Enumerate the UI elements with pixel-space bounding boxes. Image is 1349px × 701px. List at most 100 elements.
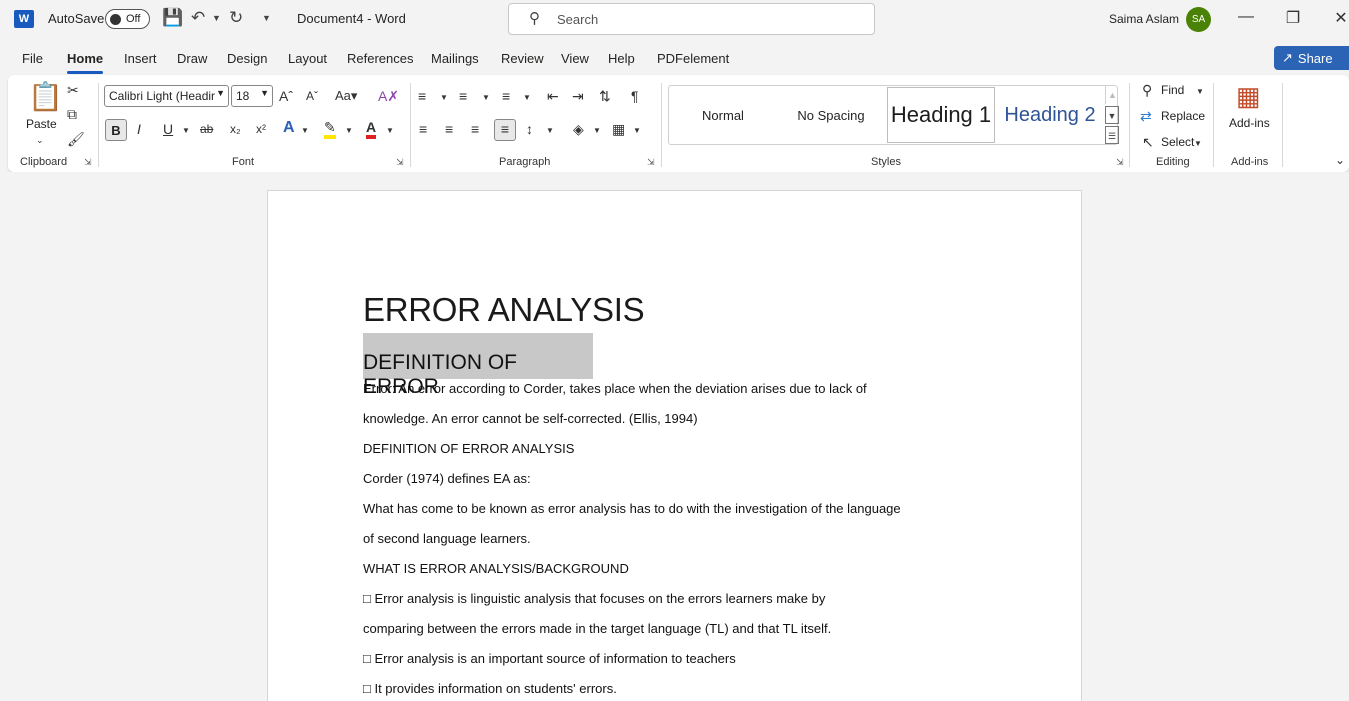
decrease-indent-icon[interactable]: ⇤	[547, 87, 559, 105]
styles-launcher-icon[interactable]: ⇲	[1116, 157, 1124, 168]
paragraph[interactable]: knowledge. An error cannot be self-corre…	[363, 411, 698, 426]
superscript-button[interactable]: x²	[256, 120, 266, 138]
paragraph[interactable]: What has come to be known as error analy…	[363, 501, 901, 516]
tab-layout[interactable]: Layout	[288, 51, 327, 66]
paragraph[interactable]: Corder (1974) defines EA as:	[363, 471, 531, 486]
bullets-dropdown-icon[interactable]: ▼	[440, 89, 448, 107]
replace-label[interactable]: Replace	[1161, 108, 1205, 124]
change-case-icon[interactable]: Aa▾	[335, 87, 357, 105]
bullets-icon[interactable]: ≡	[418, 87, 426, 105]
italic-button[interactable]: I	[137, 120, 141, 138]
borders-dropdown-icon[interactable]: ▼	[633, 122, 641, 140]
find-label[interactable]: Find	[1161, 82, 1184, 98]
styles-scroll-down-icon[interactable]: ▼	[1105, 106, 1119, 124]
underline-button[interactable]: U	[163, 120, 173, 138]
tab-insert[interactable]: Insert	[124, 51, 157, 66]
paragraph[interactable]: Error: An error according to Corder, tak…	[363, 381, 867, 396]
paragraph[interactable]: □ Error analysis is linguistic analysis …	[363, 591, 825, 606]
paste-label[interactable]: Paste	[26, 116, 57, 132]
tab-review[interactable]: Review	[501, 51, 544, 66]
styles-scroll-up-icon[interactable]: ▲	[1105, 86, 1119, 104]
paragraph[interactable]: □ Error analysis is an important source …	[363, 651, 736, 666]
tab-draw[interactable]: Draw	[177, 51, 207, 66]
tab-design[interactable]: Design	[227, 51, 267, 66]
paste-dropdown-icon[interactable]: ⌄	[36, 131, 44, 149]
font-color-dropdown-icon[interactable]: ▼	[386, 122, 394, 140]
minimize-icon[interactable]: —	[1236, 8, 1256, 26]
numbering-dropdown-icon[interactable]: ▼	[482, 89, 490, 107]
paragraph[interactable]: WHAT IS ERROR ANALYSIS/BACKGROUND	[363, 561, 629, 576]
line-spacing-dropdown-icon[interactable]: ▼	[546, 122, 554, 140]
font-name-select[interactable]: Calibri Light (Headir ▼	[104, 85, 229, 107]
clipboard-launcher-icon[interactable]: ⇲	[84, 157, 92, 168]
increase-indent-icon[interactable]: ⇥	[572, 87, 584, 105]
tab-file[interactable]: File	[22, 51, 43, 66]
highlight-icon[interactable]: ✎	[324, 119, 336, 139]
shading-icon[interactable]: ◈	[573, 120, 584, 138]
multilevel-list-icon[interactable]: ≡	[502, 87, 510, 105]
text-effects-icon[interactable]: A	[283, 119, 295, 137]
copy-icon[interactable]: ⧉	[67, 105, 77, 123]
customize-toolbar-icon[interactable]: ▼	[262, 8, 271, 28]
close-icon[interactable]: ✕	[1331, 8, 1349, 28]
font-launcher-icon[interactable]: ⇲	[396, 157, 404, 168]
tab-pdfelement[interactable]: PDFelement	[657, 51, 729, 66]
grow-font-icon[interactable]: Aˆ	[279, 87, 293, 105]
font-color-icon[interactable]: A	[366, 119, 377, 139]
restore-icon[interactable]: ❐	[1283, 8, 1303, 28]
paragraph[interactable]: comparing between the errors made in the…	[363, 621, 831, 636]
align-right-icon[interactable]: ≡	[471, 120, 479, 138]
clear-formatting-icon[interactable]: A✗	[378, 87, 399, 105]
multilevel-dropdown-icon[interactable]: ▼	[523, 89, 531, 107]
tab-references[interactable]: References	[347, 51, 413, 66]
paste-icon[interactable]: 📋	[28, 81, 63, 113]
numbering-icon[interactable]: ≡	[459, 87, 467, 105]
cut-icon[interactable]: ✂	[67, 81, 79, 99]
find-dropdown-icon[interactable]: ▼	[1196, 83, 1204, 101]
avatar[interactable]: SA	[1186, 7, 1211, 32]
tab-help[interactable]: Help	[608, 51, 635, 66]
document-title-text[interactable]: ERROR ANALYSIS	[363, 291, 645, 329]
align-left-icon[interactable]: ≡	[419, 120, 427, 138]
underline-dropdown-icon[interactable]: ▼	[182, 122, 190, 140]
highlight-dropdown-icon[interactable]: ▼	[345, 122, 353, 140]
select-label[interactable]: Select	[1161, 134, 1194, 150]
add-ins-button[interactable]: Add-ins	[1229, 115, 1270, 131]
autosave-toggle[interactable]: Off	[105, 9, 150, 29]
tab-mailings[interactable]: Mailings	[431, 51, 479, 66]
tab-view[interactable]: View	[561, 51, 589, 66]
paragraph-launcher-icon[interactable]: ⇲	[647, 157, 655, 168]
document-page[interactable]: ERROR ANALYSIS DEFINITION OF ERROR Error…	[267, 190, 1082, 701]
style-normal[interactable]: Normal	[669, 86, 777, 144]
text-effects-dropdown-icon[interactable]: ▼	[301, 122, 309, 140]
shrink-font-icon[interactable]: Aˇ	[306, 87, 318, 105]
paragraph[interactable]: DEFINITION OF ERROR ANALYSIS	[363, 441, 574, 456]
justify-icon[interactable]: ≡	[494, 119, 516, 141]
replace-icon[interactable]: ⇄	[1140, 107, 1152, 125]
find-icon[interactable]: ⚲	[1142, 81, 1152, 99]
collapse-ribbon-icon[interactable]: ⌄	[1335, 151, 1345, 169]
add-ins-icon[interactable]: ▦	[1236, 81, 1261, 111]
font-size-select[interactable]: 18 ▼	[231, 85, 273, 107]
bold-button[interactable]: B	[105, 119, 127, 141]
subscript-button[interactable]: x₂	[230, 120, 241, 138]
undo-icon[interactable]: ↶	[191, 8, 205, 28]
paragraph[interactable]: of second language learners.	[363, 531, 531, 546]
line-spacing-icon[interactable]: ↕	[526, 120, 533, 138]
align-center-icon[interactable]: ≡	[445, 120, 453, 138]
shading-dropdown-icon[interactable]: ▼	[593, 122, 601, 140]
strikethrough-button[interactable]: ab	[200, 120, 213, 138]
save-icon[interactable]: 💾	[162, 8, 183, 28]
style-heading-1[interactable]: Heading 1	[887, 87, 995, 143]
styles-more-icon[interactable]: ☰	[1105, 126, 1119, 144]
document-heading[interactable]: DEFINITION OF ERROR	[363, 333, 593, 398]
undo-dropdown-icon[interactable]: ▼	[212, 8, 221, 28]
format-painter-icon[interactable]: 🖌	[67, 130, 85, 148]
select-icon[interactable]: ↖	[1142, 133, 1154, 151]
borders-icon[interactable]: ▦	[612, 120, 625, 138]
style-no-spacing[interactable]: No Spacing	[777, 86, 885, 144]
tab-home[interactable]: Home	[67, 51, 104, 74]
paragraph[interactable]: □ It provides information on students' e…	[363, 681, 617, 696]
show-formatting-icon[interactable]: ¶	[631, 87, 639, 105]
share-button[interactable]: ↗ Share	[1274, 46, 1349, 70]
